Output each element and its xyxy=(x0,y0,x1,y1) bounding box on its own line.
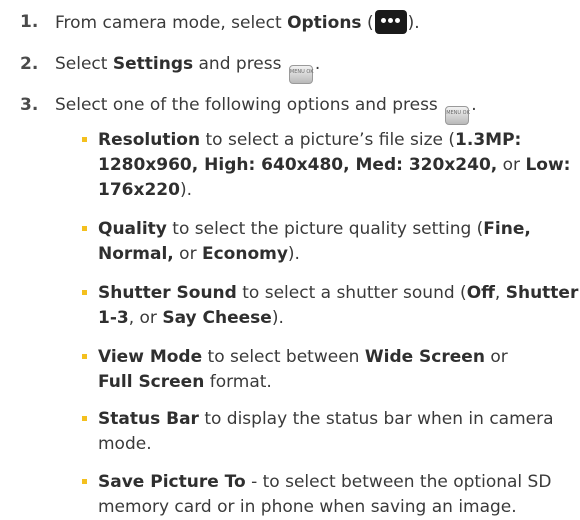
bullet-icon xyxy=(82,354,87,359)
option-text-line: Full Screen format. xyxy=(98,370,572,395)
option-description: ). xyxy=(179,180,192,200)
option-text-line: Save Picture To - to select between the … xyxy=(98,470,572,495)
option-term: 1.3MP: xyxy=(455,130,522,150)
option-term: Economy xyxy=(201,244,288,264)
option-term: Low: xyxy=(525,155,571,175)
step-text-part: and press xyxy=(193,54,287,74)
option-description: mode. xyxy=(98,434,152,454)
option-text-line: Quality to select the picture quality se… xyxy=(98,217,572,242)
option-term: Shutter Sound xyxy=(98,283,237,303)
option-text-line: Resolution to select a picture’s file si… xyxy=(98,128,572,153)
options-dots-icon xyxy=(374,10,407,34)
option-text: Shutter Sound to select a shutter sound … xyxy=(98,281,578,331)
option-term: Resolution xyxy=(98,130,201,150)
option-description: memory card or in phone when saving an i… xyxy=(98,497,517,517)
option-description: format. xyxy=(204,372,272,392)
option-text: Save Picture To - to select between the … xyxy=(98,470,572,520)
step-text-part: Select xyxy=(55,54,113,74)
option-text-line: View Mode to select between Wide Screen … xyxy=(98,345,572,370)
option-description: to select a picture’s file size ( xyxy=(200,130,456,150)
options-label: Options xyxy=(287,13,362,33)
option-text-line: 176x220). xyxy=(98,178,572,203)
option-description: to select between xyxy=(202,347,365,367)
option-text-line: Status Bar to display the status bar whe… xyxy=(98,407,572,432)
option-text-line: 1280x960, High: 640x480, Med: 320x240, o… xyxy=(98,153,572,178)
bullet-icon xyxy=(82,137,87,142)
option-term: Shutter xyxy=(505,283,579,303)
option-description: ). xyxy=(271,308,284,328)
option-term: Status Bar xyxy=(98,409,199,429)
option-description: , xyxy=(494,283,506,303)
option-term: Save Picture To xyxy=(98,472,246,492)
settings-label: Settings xyxy=(112,54,194,74)
option-description: ). xyxy=(287,244,300,264)
menu-ok-key-icon: MENU OK xyxy=(445,106,470,125)
option-text-line: mode. xyxy=(98,432,572,457)
option-term: Full Screen xyxy=(98,372,205,392)
option-term: Say Cheese xyxy=(162,308,272,328)
option-term: Off xyxy=(466,283,495,303)
step-text-part: From camera mode, select xyxy=(55,13,288,33)
option-text: View Mode to select between Wide Screen … xyxy=(98,345,572,395)
option-text-line: Shutter Sound to select a shutter sound … xyxy=(98,281,578,306)
option-term: 1-3 xyxy=(98,308,129,328)
step-number: 1. xyxy=(20,12,39,32)
step-text: Select one of the following options and … xyxy=(55,93,477,125)
option-description: or xyxy=(497,155,526,175)
option-text: Quality to select the picture quality se… xyxy=(98,217,572,267)
option-term: Normal, xyxy=(98,244,174,264)
option-description: , or xyxy=(128,308,163,328)
option-description: or xyxy=(173,244,202,264)
option-description: or xyxy=(484,347,508,367)
option-text: Resolution to select a picture’s file si… xyxy=(98,128,572,203)
option-description: - to select between the optional SD xyxy=(245,472,552,492)
step-text: From camera mode, select Options (). xyxy=(55,10,420,36)
option-description: to select the picture quality setting ( xyxy=(166,219,484,239)
step-text-part: Select one of the following options and … xyxy=(55,95,444,115)
bullet-icon xyxy=(82,290,87,295)
option-term: View Mode xyxy=(98,347,203,367)
step-number: 2. xyxy=(20,54,39,74)
option-term: 176x220 xyxy=(98,180,180,200)
option-text-line: Normal, or Economy). xyxy=(98,242,572,267)
option-description: to display the status bar when in camera xyxy=(198,409,554,429)
instruction-page: 1. From camera mode, select Options (). … xyxy=(0,0,580,519)
bullet-icon xyxy=(82,226,87,231)
option-term: Wide Screen xyxy=(364,347,485,367)
option-text-line: memory card or in phone when saving an i… xyxy=(98,495,572,520)
option-text-line: 1-3, or Say Cheese). xyxy=(98,306,572,331)
bullet-icon xyxy=(82,479,87,484)
step-number: 3. xyxy=(20,95,39,115)
step-text-part: ( xyxy=(361,13,374,33)
menu-ok-key-icon: MENU OK xyxy=(288,65,314,84)
option-term: Quality xyxy=(98,219,167,239)
step-text-part: ). xyxy=(407,13,420,33)
option-term: Fine, xyxy=(483,219,531,239)
step-text: Select Settings and press MENU OK. xyxy=(55,52,320,84)
option-description: to select a shutter sound ( xyxy=(236,283,467,303)
bullet-icon xyxy=(82,416,87,421)
option-text: Status Bar to display the status bar whe… xyxy=(98,407,572,457)
option-term: 1280x960, High: 640x480, Med: 320x240, xyxy=(98,155,498,175)
